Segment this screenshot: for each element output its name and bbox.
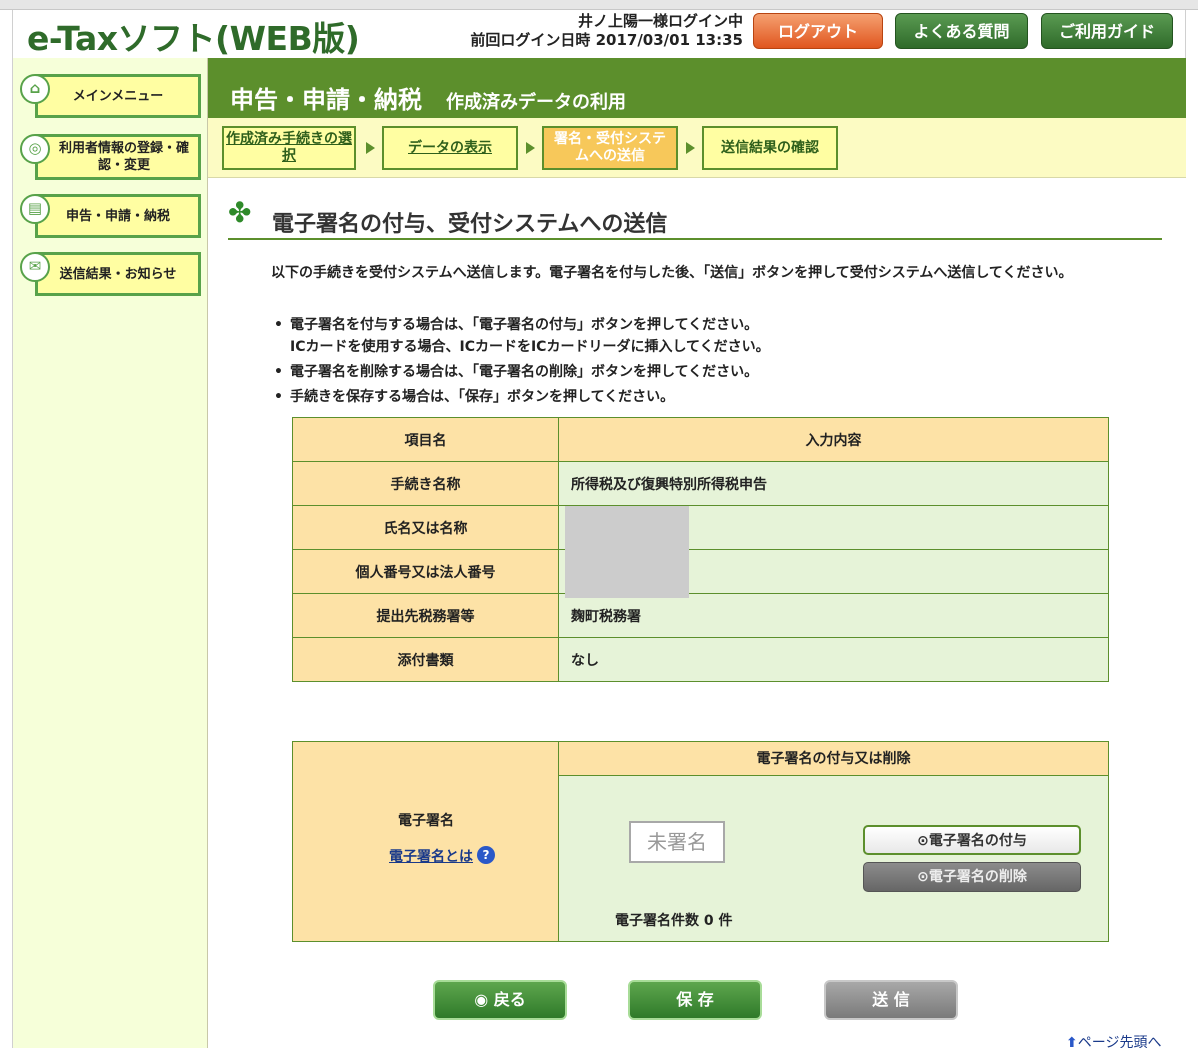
instruction-text: 電子署名を削除する場合は、「電子署名の削除」ボタンを押してください。 [290,364,759,380]
step-check-result: 送信結果の確認 [702,126,838,170]
add-signature-label: 電子署名の付与 [928,833,1027,849]
page-title-bar: 申告・申請・納税 作成済みデータの利用 [208,58,1186,118]
procedure-info-table: 項目名 入力内容 手続き名称 所得税及び復興特別所得税申告 氏名又は名称 個人番… [292,417,1109,682]
login-info: 井ノ上陽一様ログイン中 前回ログイン日時 2017/03/01 13:35 [453,12,743,50]
redacted-area [565,506,689,598]
page-subtitle: 作成済みデータの利用 [446,92,626,113]
back-button[interactable]: ◉ 戻る [433,980,567,1020]
signature-panel: 電子署名 電子署名とは? 電子署名の付与又は削除 未署名 ⊙電子署名の付与 ⊙電… [292,741,1109,942]
save-button[interactable]: 保 存 [628,980,762,1020]
sidebar-item-label: 利用者情報の登録・確認・変更 [58,141,189,173]
user-settings-icon: ◎ [20,134,50,164]
play-icon: ⊙ [917,833,929,849]
signature-label: 電子署名 [398,813,454,829]
instruction-text: 電子署名を付与する場合は、「電子署名の付与」ボタンを押してください。 [290,317,759,333]
instruction-item: 電子署名を削除する場合は、「電子署名の削除」ボタンを押してください。 [272,361,1132,383]
step-sign-and-send: 署名・受付システムへの送信 [542,126,678,170]
section-title: 電子署名の付与、受付システムへの送信 [272,212,668,237]
sidebar-item-label: 送信結果・お知らせ [59,266,177,282]
table-value: なし [558,637,1109,682]
table-key: 提出先税務署等 [292,593,559,638]
sidebar-item-main-menu[interactable]: メインメニュー [35,74,201,118]
table-row: 手続き名称 所得税及び復興特別所得税申告 [292,461,1109,506]
table-key: 手続き名称 [292,461,559,506]
page-title: 申告・申請・納税 [230,86,422,114]
step-select-procedure[interactable]: 作成済み手続きの選択 [222,126,356,170]
window-top-strip [0,0,1198,10]
intro-text: 以下の手続きを受付システムへ送信します。電子署名を付与した後、「送信」ボタンを押… [271,265,1073,281]
instruction-item: 電子署名を付与する場合は、「電子署名の付与」ボタンを押してください。 ICカード… [272,314,1132,358]
document-icon: ▤ [20,194,50,224]
signature-body: 未署名 ⊙電子署名の付与 ⊙電子署名の削除 電子署名件数 0 件 [559,776,1108,941]
last-login-time: 前回ログイン日時 2017/03/01 13:35 [470,31,743,49]
table-header-key: 項目名 [292,417,559,462]
what-is-signature-link[interactable]: 電子署名とは? [389,846,495,866]
step-label: 作成済み手続きの選択 [226,131,352,164]
table-key: 個人番号又は法人番号 [292,549,559,594]
header: e-Taxソフト(WEB版) 井ノ上陽一様ログイン中 前回ログイン日時 2017… [12,10,1186,58]
step-label: データの表示 [408,139,492,156]
table-row: 提出先税務署等 麹町税務署 [292,593,1109,638]
app-logo: e-Taxソフト(WEB版) [27,19,360,58]
step-arrow-icon [686,142,695,154]
mail-icon: ✉ [20,252,50,282]
step-arrow-icon [526,142,535,154]
signature-header: 電子署名の付与又は削除 [559,742,1108,776]
clover-icon: ✤ [228,196,252,229]
signature-link-text: 電子署名とは [389,849,473,865]
table-header-row: 項目名 入力内容 [292,417,1109,462]
page: e-Taxソフト(WEB版) 井ノ上陽一様ログイン中 前回ログイン日時 2017… [0,0,1198,1048]
user-login-status: 井ノ上陽一様ログイン中 [577,12,743,30]
sidebar-item-user-info[interactable]: 利用者情報の登録・確認・変更 [35,134,201,180]
delete-signature-label: 電子署名の削除 [928,869,1027,885]
faq-button[interactable]: よくある質問 [895,13,1028,49]
instruction-item: 手続きを保存する場合は、「保存」ボタンを押してください。 [272,386,1132,408]
arrow-up-icon: ⬆ [1066,1035,1078,1048]
page-top-link[interactable]: ⬆ページ先頭へ [1066,1032,1161,1048]
table-value: 所得税及び復興特別所得税申告 [558,461,1109,506]
home-icon: ⌂ [20,74,50,104]
play-icon: ⊙ [917,869,929,885]
step-arrow-icon [366,142,375,154]
table-key: 氏名又は名称 [292,505,559,550]
table-key: 添付書類 [292,637,559,682]
back-arrow-icon: ◉ [474,990,494,1009]
logout-button[interactable]: ログアウト [753,13,883,49]
sidebar-item-filing[interactable]: 申告・申請・納税 [35,194,201,238]
page-top-label: ページ先頭へ [1077,1035,1162,1048]
step-label: 送信結果の確認 [721,139,819,156]
sidebar: メインメニュー ⌂ 利用者情報の登録・確認・変更 ◎ 申告・申請・納税 ▤ 送信… [12,58,208,1048]
step-navigation: 作成済み手続きの選択 データの表示 署名・受付システムへの送信 送信結果の確認 [208,118,1186,178]
step-label: 署名・受付システムへの送信 [554,131,666,164]
instruction-text: ICカードを使用する場合、ICカードをICカードリーダに挿入してください。 [290,339,770,355]
instruction-text: 手続きを保存する場合は、「保存」ボタンを押してください。 [290,389,675,405]
add-signature-button[interactable]: ⊙電子署名の付与 [863,825,1081,855]
sidebar-item-label: 申告・申請・納税 [65,208,170,224]
table-header-value: 入力内容 [558,417,1109,462]
step-show-data[interactable]: データの表示 [382,126,518,170]
section-heading: ✤ 電子署名の付与、受付システムへの送信 [228,198,1162,240]
sidebar-item-results[interactable]: 送信結果・お知らせ [35,252,201,296]
signature-label-cell: 電子署名 電子署名とは? [293,742,559,941]
delete-signature-button[interactable]: ⊙電子署名の削除 [863,862,1081,892]
help-icon[interactable]: ? [477,846,495,864]
back-label: 戻る [493,990,526,1009]
guide-button[interactable]: ご利用ガイド [1041,13,1173,49]
table-row: 個人番号又は法人番号 [292,549,1109,594]
send-button[interactable]: 送 信 [824,980,958,1020]
table-row: 添付書類 なし [292,637,1109,682]
table-row: 氏名又は名称 [292,505,1109,550]
unsigned-stamp: 未署名 [629,821,725,863]
instruction-list: 電子署名を付与する場合は、「電子署名の付与」ボタンを押してください。 ICカード… [272,314,1132,411]
table-value: 麹町税務署 [558,593,1109,638]
signature-count: 電子署名件数 0 件 [615,913,733,929]
sidebar-item-label: メインメニュー [72,88,164,104]
